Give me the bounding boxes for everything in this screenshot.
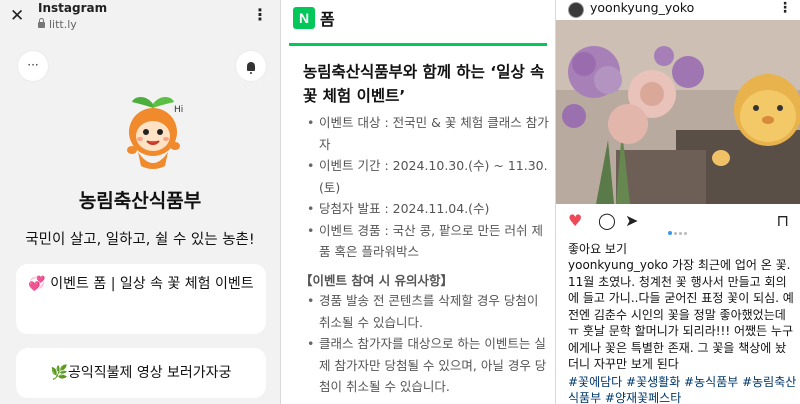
carousel-dots — [668, 220, 689, 239]
naver-logo: N — [293, 7, 315, 29]
svg-text:Hi: Hi — [174, 105, 183, 115]
naver-form-panel: N 폼 농림축산식품부와 함께 하는 ‘일상 속 꽃 체험 이벤트’ 이벤트 대… — [281, 0, 555, 404]
in-app-browser-bar: ✕ Instagram litt.ly ⋮ — [0, 0, 280, 36]
heart-icon[interactable]: ♥ — [568, 212, 582, 230]
instagram-post-panel: yoonkyung_yoko ⋮ ♥ ◯ ➤ ⊓ 좋아요 보기 yoonkyun… — [556, 0, 800, 404]
bell-icon — [247, 62, 255, 74]
post-photo[interactable] — [556, 20, 800, 204]
bell-button[interactable] — [236, 51, 266, 81]
notice-list: 경품 발송 전 콘텐츠를 삭제할 경우 당첨이 취소될 수 있습니다. 클래스 … — [307, 290, 551, 398]
avatar[interactable] — [568, 2, 584, 18]
caption-text: 가장 최근에 업어 온 꽃. 11월 초였나. 청계천 꽃 행사서 만들고 회의… — [568, 258, 794, 371]
carousel-dot — [679, 232, 682, 235]
event-form-link[interactable]: 💞 이벤트 폼 | 일상 속 꽃 체험 이벤트 — [16, 264, 266, 334]
naver-form-header: N 폼 — [281, 0, 555, 40]
post-username[interactable]: yoonkyung_yoko — [590, 0, 694, 15]
browser-title: Instagram — [38, 1, 108, 15]
lock-icon — [38, 18, 45, 28]
kebab-icon[interactable]: ⋮ — [252, 6, 268, 24]
bookmark-icon[interactable]: ⊓ — [777, 212, 789, 230]
list-item: 이벤트 기간 : 2024.10.30.(수) ~ 11.30.(토) — [307, 155, 549, 198]
profile-name: 농림축산식품부 — [78, 190, 202, 212]
header-divider — [289, 43, 547, 46]
list-item: 이벤트 경품 : 국산 콩, 팥으로 만든 러쉬 제품 혹은 플라워박스 — [307, 220, 549, 263]
browser-url-text: litt.ly — [49, 18, 77, 31]
carousel-dot — [684, 232, 687, 235]
notice-heading: 【이벤트 참여 시 유의사항】 — [300, 273, 454, 288]
comment-icon[interactable]: ◯ — [598, 212, 616, 230]
list-item: 이벤트 대상 : 전국민 & 꽃 체험 클래스 참가자 — [307, 112, 549, 155]
list-item: 당첨자 발표 : 2024.11.04.(수) — [307, 198, 549, 220]
form-title: 농림축산식품부와 함께 하는 ‘일상 속 꽃 체험 이벤트’ — [303, 63, 545, 105]
likes-link[interactable]: 좋아요 보기 — [568, 240, 627, 257]
video-link[interactable]: 🌿공익직불제 영상 보러가자궁 — [16, 348, 266, 398]
carousel-dot — [674, 232, 677, 235]
caption-username[interactable]: yoonkyung_yoko — [568, 258, 668, 272]
post-header: yoonkyung_yoko ⋮ — [556, 0, 800, 20]
event-info-list: 이벤트 대상 : 전국민 & 꽃 체험 클래스 참가자 이벤트 기간 : 202… — [307, 112, 549, 263]
post-hashtags[interactable]: #꽃에담다 #꽃생활화 #농식품부 #농림축산식품부 #양재꽃페스타 — [568, 374, 800, 404]
close-icon[interactable]: ✕ — [10, 6, 24, 26]
browser-url: litt.ly — [38, 18, 77, 31]
post-actions: ♥ ◯ ➤ ⊓ — [556, 210, 800, 235]
mascot-avatar: Hi — [127, 97, 183, 169]
form-app-title: 폼 — [320, 10, 335, 29]
linktree-panel: ✕ Instagram litt.ly ⋮ ··· Hi 농림축산식품부 국민이… — [0, 0, 280, 404]
share-icon[interactable]: ➤ — [625, 212, 638, 230]
list-item: 클래스 참가자를 대상으로 하는 이벤트는 실제 참가자만 당첨될 수 있으며,… — [307, 333, 551, 398]
more-button[interactable]: ··· — [18, 51, 48, 81]
carousel-dot-active — [668, 231, 672, 235]
list-item: 경품 발송 전 콘텐츠를 삭제할 경우 당첨이 취소될 수 있습니다. — [307, 290, 551, 333]
kebab-icon[interactable]: ⋮ — [778, 0, 792, 16]
profile-description: 국민이 살고, 일하고, 쉴 수 있는 농촌! — [25, 232, 255, 248]
post-caption: yoonkyung_yoko 가장 최근에 업어 온 꽃. 11월 초였나. 청… — [568, 257, 796, 373]
